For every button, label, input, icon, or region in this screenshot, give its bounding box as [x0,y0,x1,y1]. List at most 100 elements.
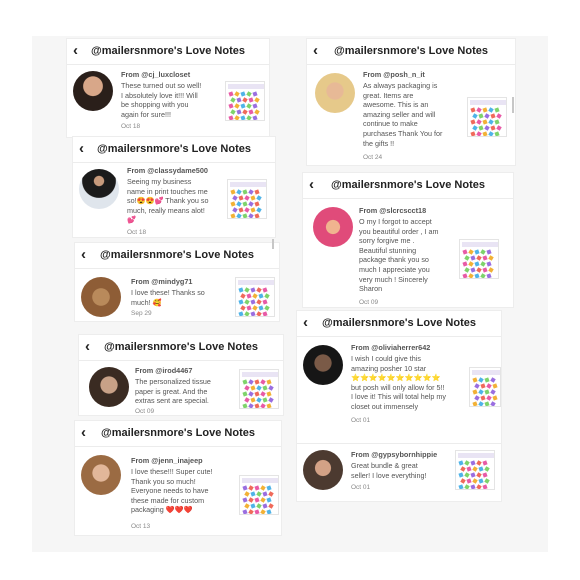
thumbnail-confetti [490,377,496,383]
note-date: Sep 29 [131,310,152,317]
product-thumbnail[interactable] [227,179,267,219]
list-item[interactable]: From @mindyg71 I love these! Thanks so m… [75,269,279,323]
thumbnail-confetti [250,503,256,509]
note-author[interactable]: From @posh_n_it [363,70,425,79]
note-message-text: As always packaging is great. Items are … [363,81,443,148]
list-item[interactable]: From @gypsybornhippie Great bundle & gre… [297,443,501,503]
thumbnail-confetti [248,509,254,514]
avatar[interactable] [73,71,113,111]
scrollbar[interactable] [512,97,514,113]
note-author[interactable]: From @classydame500 [127,166,208,175]
avatar[interactable] [303,450,343,490]
note-message-text: O my I forgot to accept you beautiful or… [359,217,439,294]
card-header: ‹ @mailersnmore's Love Notes [73,137,275,163]
thumbnail-confetti [252,305,258,311]
note-author[interactable]: From @oliviaherrer642 [351,343,430,352]
thumbnail-confetti [478,401,484,406]
thumbnail-confetti [244,311,250,316]
thumbnail-confetti [474,395,480,401]
thumbnail-confetti [476,484,482,489]
thumbnail-confetti [242,391,248,397]
note-author[interactable]: From @jenn_inajeep [131,456,203,465]
thumbnail-confetti [254,403,260,408]
product-thumbnail[interactable] [469,367,501,407]
product-thumbnail[interactable] [459,239,499,279]
avatar[interactable] [81,277,121,317]
thumbnail-confetti [266,485,272,491]
thumbnail-banner [472,370,500,375]
list-item[interactable]: From @jenn_inajeep I love these!!! Super… [75,447,281,537]
thumbnail-confetti [480,383,486,389]
thumbnail-banner [462,242,498,247]
thumbnail-confetti [470,107,476,113]
note-author[interactable]: From @gypsybornhippie [351,450,437,459]
note-message-text: I love these!!! Super cute! Thank you so… [131,467,213,515]
thumbnail-banner [458,453,494,458]
note-date: Oct 09 [135,408,155,415]
card-header: ‹ @mailersnmore's Love Notes [297,311,501,337]
thumbnail-confetti [260,403,266,408]
thumbnail-confetti [488,255,494,261]
thumbnail-confetti [242,213,248,218]
thumbnail-confetti [494,131,500,136]
thumbnail-confetti [472,377,478,383]
thumbnail-confetti [230,189,236,195]
thumbnail-confetti [460,478,466,484]
thumbnail-confetti [486,261,492,267]
note-author[interactable]: From @slcrcscct18 [359,206,426,215]
thumbnail-confetti [260,509,266,514]
thumbnail-confetti [468,273,474,278]
card-header: ‹ @mailersnmore's Love Notes [75,421,281,447]
thumbnail-confetti [482,460,488,466]
thumbnail-confetti [482,131,488,136]
page-title: @mailersnmore's Love Notes [334,45,488,57]
note-date: Oct 01 [351,417,371,424]
avatar[interactable] [79,169,119,209]
thumbnail-confetti [254,379,260,385]
list-item[interactable]: From @irod4467 The personalized tissue p… [79,361,283,417]
thumbnail-confetti [266,391,272,397]
thumbnail-confetti [244,491,250,497]
product-thumbnail[interactable] [239,369,279,409]
avatar[interactable] [81,455,121,495]
product-thumbnail[interactable] [455,450,495,490]
scrollbar[interactable] [272,239,274,249]
thumbnail-confetti [470,255,476,261]
product-thumbnail[interactable] [235,277,275,317]
love-notes-card: ‹ @mailersnmore's Love Notes From @olivi… [296,310,502,502]
list-item[interactable]: From @cj_luxcloset These turned out so w… [67,65,269,139]
avatar[interactable] [313,207,353,247]
product-thumbnail[interactable] [467,97,507,137]
note-author[interactable]: From @cj_luxcloset [121,70,190,79]
thumbnail-confetti [480,395,486,401]
thumbnail-confetti [462,261,468,267]
list-item[interactable]: From @oliviaherrer642 I wish I could giv… [297,337,501,437]
list-item[interactable]: From @classydame500 Seeing my business n… [73,163,275,239]
avatar[interactable] [89,367,129,407]
note-date: Oct 13 [131,523,151,530]
product-thumbnail[interactable] [225,81,265,121]
note-date: Oct 24 [363,154,383,161]
page-title: @mailersnmore's Love Notes [97,143,251,155]
thumbnail-confetti [488,267,494,273]
thumbnail-confetti [476,119,482,125]
thumbnail-confetti [468,261,474,267]
thumbnail-banner [228,84,264,89]
thumbnail-confetti [236,189,242,195]
note-message: Great bundle & great seller! I love ever… [351,461,461,480]
list-item[interactable]: From @slcrcscct18 O my I forgot to accep… [303,199,513,309]
avatar[interactable] [315,73,355,113]
note-message: I wish I could give this amazing posher … [351,354,469,412]
thumbnail-confetti [242,201,248,207]
thumbnail-confetti [468,249,474,255]
note-author[interactable]: From @mindyg71 [131,277,192,286]
thumbnail-confetti [492,395,498,401]
thumbnail-confetti [484,401,490,406]
thumbnail-confetti [246,91,252,97]
product-thumbnail[interactable] [239,475,279,515]
avatar[interactable] [303,345,343,385]
thumbnail-confetti [476,131,482,136]
note-author[interactable]: From @irod4467 [135,366,192,375]
list-item[interactable]: From @posh_n_it As always packaging is g… [307,65,515,167]
thumbnail-confetti [254,485,260,491]
